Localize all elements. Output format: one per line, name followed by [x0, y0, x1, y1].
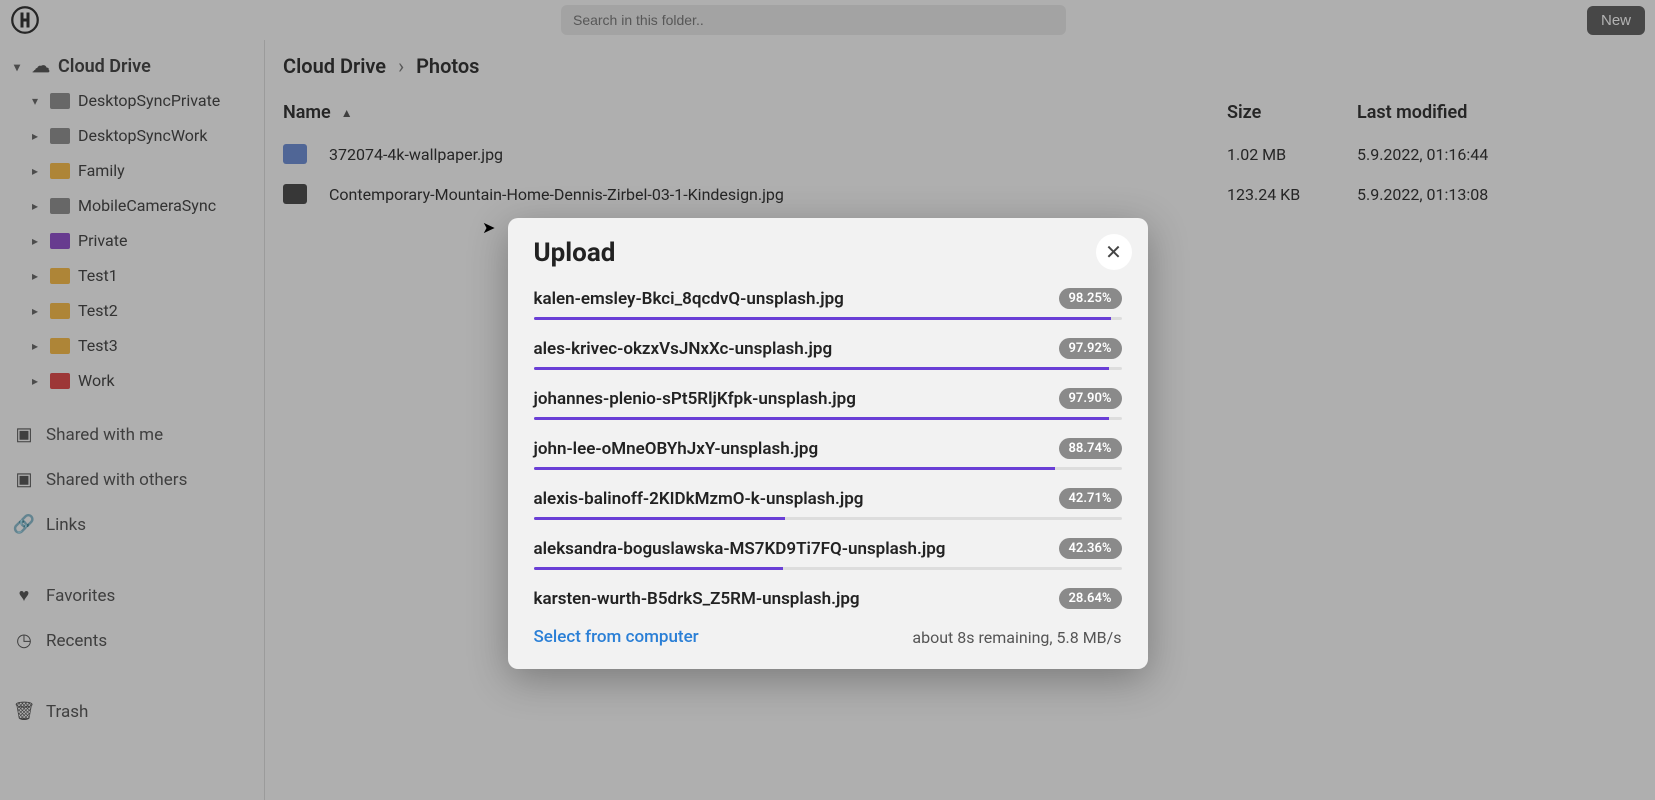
close-button[interactable]: ✕ [1096, 234, 1132, 270]
upload-item: kalen-emsley-Bkci_8qcdvQ-unsplash.jpg 98.… [534, 288, 1122, 320]
upload-item: johannes-plenio-sPt5RljKfpk-unsplash.jpg… [534, 388, 1122, 420]
upload-item: aleksandra-boguslawska-MS7KD9Ti7FQ-unspl… [534, 538, 1122, 570]
upload-percent-badge: 97.92% [1059, 338, 1122, 359]
progress-track [534, 467, 1122, 470]
upload-list: kalen-emsley-Bkci_8qcdvQ-unsplash.jpg 98.… [534, 288, 1122, 609]
upload-item: ales-krivec-okzxVsJNxXc-unsplash.jpg 97.9… [534, 338, 1122, 370]
upload-percent-badge: 97.90% [1059, 388, 1122, 409]
upload-file-name: ales-krivec-okzxVsJNxXc-unsplash.jpg [534, 339, 833, 359]
upload-percent-badge: 98.25% [1059, 288, 1122, 309]
modal-overlay[interactable]: ✕ Upload kalen-emsley-Bkci_8qcdvQ-unspla… [0, 0, 1655, 800]
progress-bar [534, 317, 1112, 320]
progress-bar [534, 367, 1110, 370]
progress-track [534, 417, 1122, 420]
upload-file-name: johannes-plenio-sPt5RljKfpk-unsplash.jpg [534, 389, 856, 409]
upload-file-name: kalen-emsley-Bkci_8qcdvQ-unsplash.jpg [534, 289, 844, 309]
upload-item: alexis-balinoff-2KIDkMzmO-k-unsplash.jpg… [534, 488, 1122, 520]
upload-modal: ✕ Upload kalen-emsley-Bkci_8qcdvQ-unspla… [508, 218, 1148, 669]
upload-file-name: aleksandra-boguslawska-MS7KD9Ti7FQ-unspl… [534, 539, 946, 559]
progress-bar [534, 417, 1110, 420]
upload-status: about 8s remaining, 5.8 MB/s [912, 628, 1121, 647]
progress-track [534, 567, 1122, 570]
progress-bar [534, 517, 785, 520]
upload-file-name: john-lee-oMneOBYhJxY-unsplash.jpg [534, 439, 819, 459]
upload-file-name: alexis-balinoff-2KIDkMzmO-k-unsplash.jpg [534, 489, 864, 509]
upload-percent-badge: 88.74% [1059, 438, 1122, 459]
upload-item: john-lee-oMneOBYhJxY-unsplash.jpg 88.74% [534, 438, 1122, 470]
upload-percent-badge: 42.36% [1059, 538, 1122, 559]
upload-percent-badge: 42.71% [1059, 488, 1122, 509]
modal-title: Upload [534, 238, 1122, 268]
modal-footer: Select from computer about 8s remaining,… [534, 627, 1122, 647]
progress-track [534, 367, 1122, 370]
close-icon: ✕ [1105, 240, 1122, 265]
progress-track [534, 517, 1122, 520]
upload-file-name: karsten-wurth-B5drkS_Z5RM-unsplash.jpg [534, 589, 860, 609]
select-from-computer-link[interactable]: Select from computer [534, 627, 699, 647]
upload-item: karsten-wurth-B5drkS_Z5RM-unsplash.jpg 28… [534, 588, 1122, 609]
upload-percent-badge: 28.64% [1059, 588, 1122, 609]
progress-track [534, 317, 1122, 320]
progress-bar [534, 567, 783, 570]
progress-bar [534, 467, 1056, 470]
